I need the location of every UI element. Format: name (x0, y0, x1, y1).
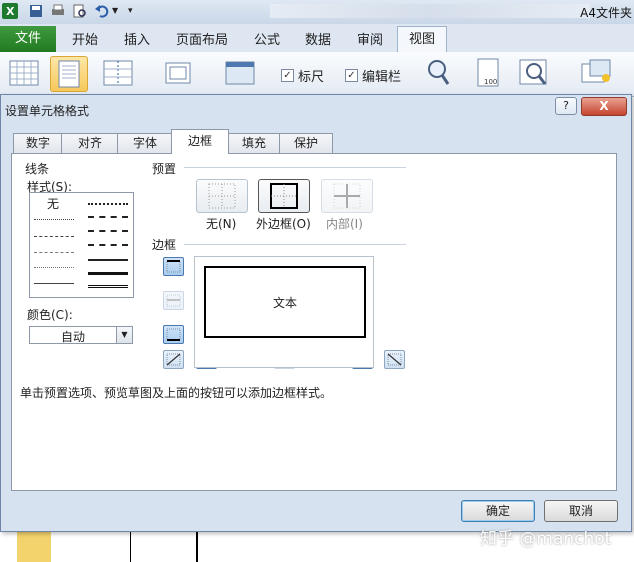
tab-page-layout[interactable]: 页面布局 (176, 29, 228, 48)
cancel-button[interactable]: 取消 (544, 500, 618, 522)
custom-views-button[interactable] (160, 56, 196, 90)
svg-text:X: X (6, 5, 15, 18)
chevron-down-icon[interactable]: ▼ (116, 327, 132, 343)
tab-insert[interactable]: 插入 (124, 29, 150, 48)
line-style-option[interactable] (34, 236, 74, 237)
ribbon-view-group: ✓ 标尺 ✓ 编辑栏 100 (0, 52, 634, 97)
preset-none-label: 无(N) (206, 217, 237, 231)
page-break-preview-button[interactable] (100, 56, 136, 90)
print-preview-icon[interactable] (72, 3, 88, 19)
line-style-option[interactable] (34, 252, 74, 253)
page-layout-view-button[interactable] (50, 56, 88, 92)
tab-font[interactable]: 字体 (117, 133, 173, 153)
divider (184, 167, 406, 168)
tab-data[interactable]: 数据 (305, 29, 331, 48)
formula-bar-checkbox[interactable]: ✓ (345, 69, 358, 82)
ruler-checkbox[interactable]: ✓ (281, 69, 294, 82)
excel-title-bar: X ▼ ▾ A4文件夹 (0, 0, 634, 24)
preset-outline-button[interactable] (258, 179, 310, 213)
tab-file[interactable]: 文件 (0, 26, 56, 52)
line-style-option[interactable] (88, 272, 128, 275)
zoom-button[interactable] (420, 56, 456, 90)
border-diagonal-up-button[interactable] (163, 350, 184, 369)
sheet-gridline (196, 530, 198, 562)
blurred-title-area (270, 4, 590, 18)
preset-inside-label: 内部(I) (326, 217, 363, 231)
preset-none-button[interactable] (196, 179, 248, 213)
line-section-label: 线条 (25, 162, 50, 176)
tab-border[interactable]: 边框 (171, 129, 229, 154)
line-style-option[interactable] (88, 285, 128, 288)
zoom-100-button[interactable]: 100 (470, 56, 506, 90)
format-cells-dialog: 设置单元格格式 ? X 数字 对齐 字体 边框 填充 保护 线条 样式(S): … (0, 94, 632, 532)
tab-home[interactable]: 开始 (72, 29, 98, 48)
divider (184, 244, 406, 245)
dialog-title: 设置单元格格式 (5, 104, 90, 118)
border-inside-horizontal-button[interactable] (163, 291, 184, 310)
border-tab-panel: 线条 样式(S): 无 颜色(C): 自动 ▼ 预置 无(N) 外边框(O) 内… (11, 153, 617, 491)
selected-column-header (17, 530, 51, 562)
color-value: 自动 (60, 330, 85, 344)
line-style-list[interactable]: 无 (29, 192, 134, 298)
preview-cell[interactable]: 文本 (204, 266, 366, 338)
new-window-button[interactable] (578, 56, 614, 90)
border-preview[interactable]: 文本 (194, 256, 374, 368)
close-button[interactable]: X (581, 97, 627, 116)
line-style-option[interactable] (88, 203, 128, 205)
preset-inside-button[interactable] (321, 179, 373, 213)
line-style-option[interactable] (88, 216, 128, 218)
line-style-none[interactable]: 无 (47, 195, 59, 212)
print-icon[interactable] (50, 3, 66, 19)
undo-dropdown-icon[interactable]: ▼ (112, 3, 128, 19)
svg-text:100: 100 (484, 78, 497, 86)
tab-protection[interactable]: 保护 (279, 133, 333, 153)
customize-toolbar-icon[interactable]: ▾ (128, 3, 144, 19)
undo-icon[interactable] (94, 3, 110, 19)
preset-outline-label: 外边框(O) (256, 217, 311, 231)
preview-text: 文本 (272, 296, 297, 310)
line-style-option[interactable] (34, 267, 74, 268)
ok-button[interactable]: 确定 (461, 500, 535, 522)
color-dropdown[interactable]: 自动 ▼ (29, 326, 133, 344)
ribbon-tab-bar: 文件 开始 插入 页面布局 公式 数据 审阅 视图 (0, 24, 634, 54)
tab-formulas[interactable]: 公式 (254, 29, 280, 48)
line-style-option[interactable] (34, 219, 74, 220)
window-title: A4文件夹 (580, 6, 632, 20)
line-style-option[interactable] (34, 283, 74, 284)
line-style-option[interactable] (88, 259, 128, 261)
normal-view-button[interactable] (6, 56, 42, 90)
tab-view[interactable]: 视图 (397, 26, 447, 54)
border-top-button[interactable] (163, 257, 184, 276)
formula-bar-label: 编辑栏 (362, 70, 402, 85)
zoom-to-selection-button[interactable] (516, 56, 552, 90)
tab-number[interactable]: 数字 (13, 133, 63, 153)
border-section-label: 边框 (152, 238, 177, 252)
border-diagonal-down-button[interactable] (384, 350, 405, 369)
help-button[interactable]: ? (555, 97, 577, 115)
tab-alignment[interactable]: 对齐 (61, 133, 119, 153)
hint-text: 单击预置选项、预览草图及上面的按钮可以添加边框样式。 (20, 386, 333, 400)
presets-section-label: 预置 (152, 162, 177, 176)
border-bottom-button[interactable] (163, 325, 184, 344)
ruler-label: 标尺 (298, 70, 325, 85)
tab-fill[interactable]: 填充 (227, 133, 281, 153)
color-label: 颜色(C): (27, 308, 73, 322)
full-screen-button[interactable] (222, 56, 258, 90)
line-style-option[interactable] (88, 244, 128, 246)
tab-review[interactable]: 审阅 (357, 29, 383, 48)
sheet-gridline (130, 530, 131, 562)
save-icon[interactable] (28, 3, 44, 19)
excel-logo-icon: X (2, 3, 18, 19)
watermark-text: 知乎 @manchot (480, 529, 612, 549)
line-style-option[interactable] (88, 230, 128, 232)
